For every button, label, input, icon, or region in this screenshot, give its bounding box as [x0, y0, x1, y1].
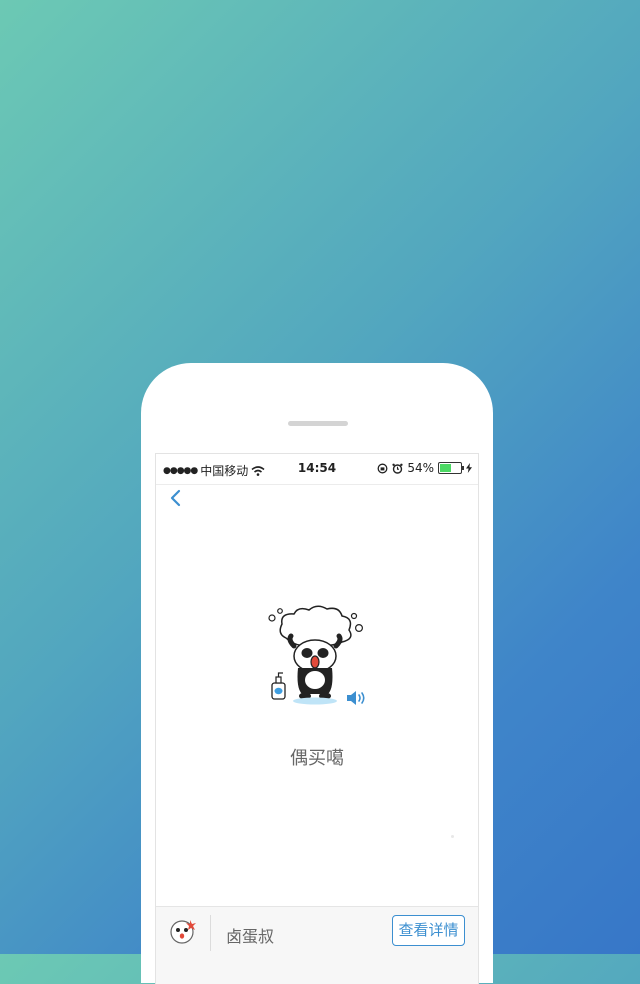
battery-icon — [438, 462, 464, 474]
sticker-author-avatar[interactable] — [168, 916, 198, 946]
phone-speaker — [288, 421, 348, 426]
battery-fill — [440, 464, 451, 472]
chevron-left-icon[interactable] — [166, 488, 186, 508]
orientation-lock-icon — [377, 463, 388, 473]
status-right: 54% — [377, 461, 472, 475]
phone-screen: ●●●●● 中国移动 14:54 54% 偶买噶 卤蛋叔 查看详情 — [155, 453, 479, 984]
charging-icon — [466, 463, 472, 473]
bottom-bar: 卤蛋叔 查看详情 — [156, 906, 478, 984]
alarm-icon — [392, 463, 403, 474]
scroll-indicator-dot — [451, 835, 454, 838]
battery-nub — [462, 466, 464, 470]
status-bar: ●●●●● 中国移动 14:54 54% — [156, 454, 478, 485]
speaker-icon[interactable] — [345, 688, 369, 708]
author-name: 卤蛋叔 — [226, 927, 275, 946]
sticker-caption: 偶买噶 — [290, 748, 344, 769]
bottom-divider — [210, 915, 211, 951]
phone-frame: ●●●●● 中国移动 14:54 54% 偶买噶 卤蛋叔 查看详情 — [141, 363, 493, 984]
battery-percent: 54% — [407, 461, 434, 475]
view-details-button[interactable]: 查看详情 — [392, 915, 465, 946]
